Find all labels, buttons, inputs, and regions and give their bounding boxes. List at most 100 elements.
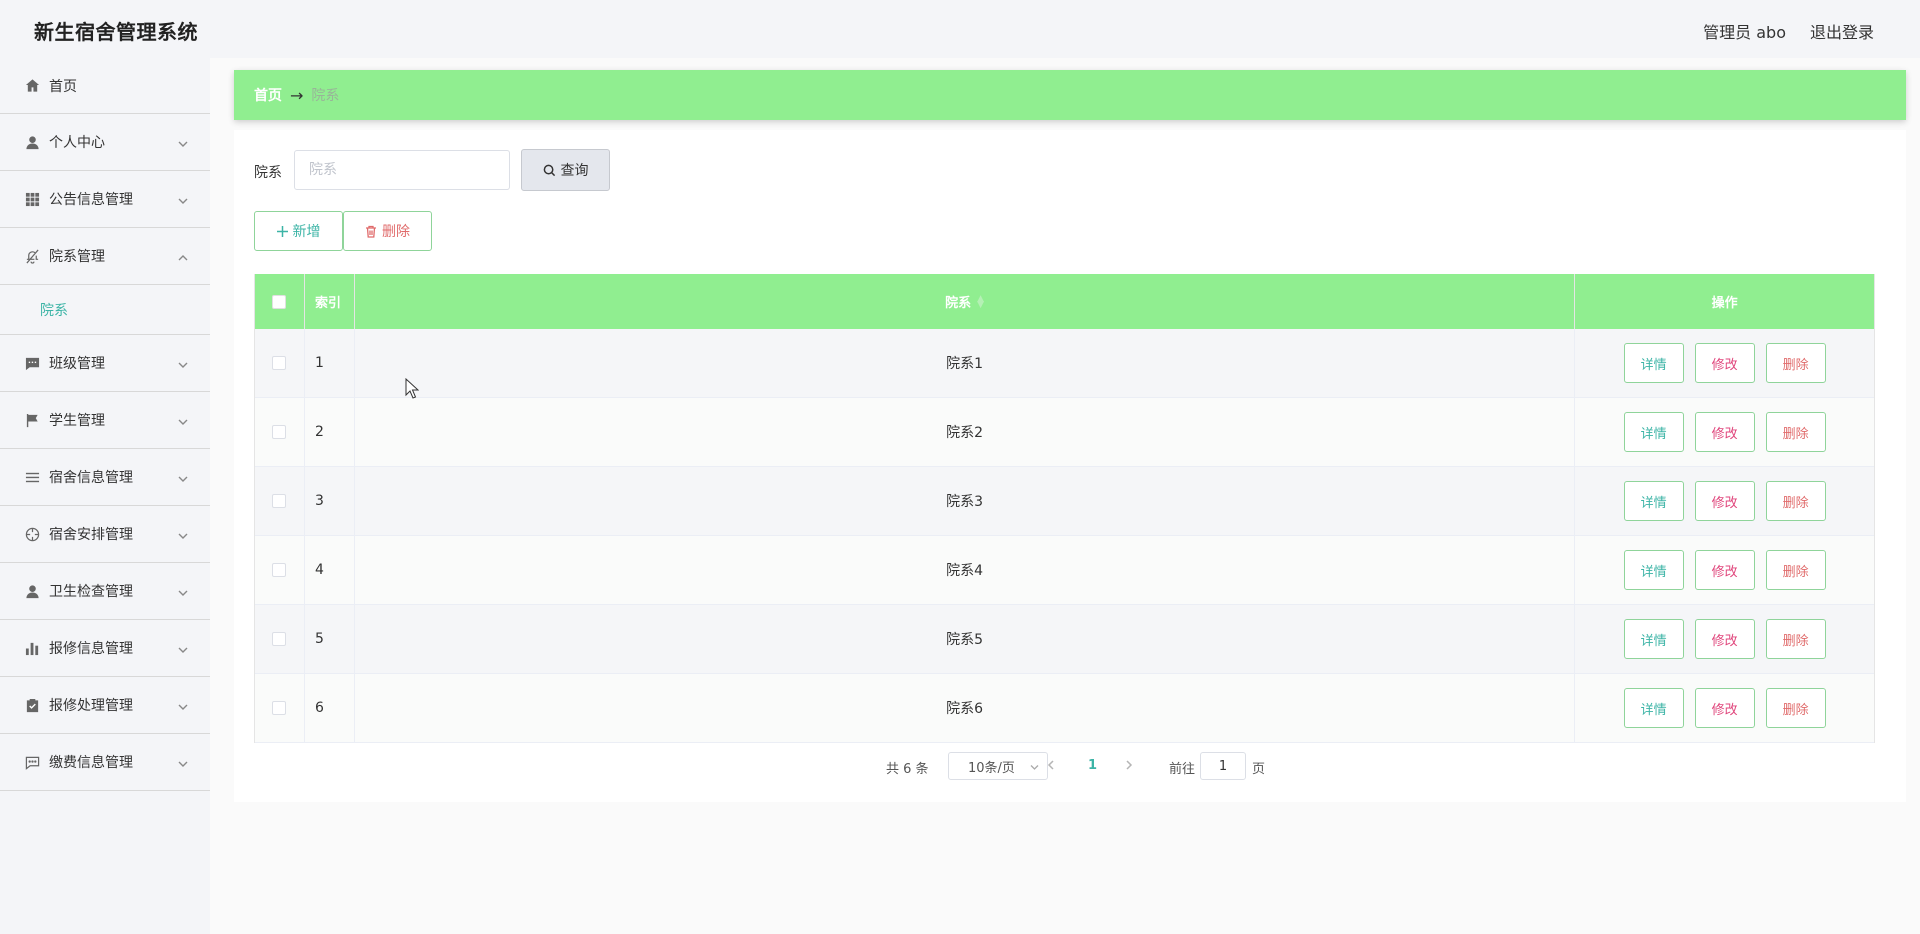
bulk-delete-button[interactable]: 删除 <box>343 211 432 251</box>
sidebar-item-fee-info[interactable]: 缴费信息管理 <box>0 734 210 791</box>
page-size-value: 10条/页 <box>968 760 1015 776</box>
detail-button[interactable]: 详情 <box>1623 343 1684 383</box>
chevron-down-icon <box>178 472 188 482</box>
row-checkbox[interactable] <box>272 425 287 439</box>
sidebar-item-label: 院系管理 <box>49 249 105 265</box>
detail-button[interactable]: 详情 <box>1623 481 1684 521</box>
user-label[interactable]: 管理员 abo <box>1703 19 1786 43</box>
table-row: 6 院系6 详情 修改 删除 <box>255 674 1874 743</box>
sidebar-item-repair-info[interactable]: 报修信息管理 <box>0 620 210 677</box>
sidebar-item-home[interactable]: 首页 <box>0 58 210 114</box>
breadcrumb-home-link[interactable]: 首页 <box>254 85 282 105</box>
bar-chart-icon <box>24 640 40 656</box>
row-checkbox[interactable] <box>272 701 287 715</box>
main-content: 首页 → 院系 院系 查询 新增 删除 索引 院系 ▲ <box>210 58 1920 934</box>
chevron-down-icon <box>1030 765 1039 770</box>
sidebar-item-dorm-assignment[interactable]: 宿舍安排管理 <box>0 506 210 563</box>
row-department: 院系6 <box>355 674 1576 742</box>
row-checkbox[interactable] <box>272 632 287 646</box>
clipboard-check-icon <box>24 697 40 713</box>
next-page-button[interactable] <box>1124 758 1140 774</box>
header-department[interactable]: 院系 ▲ ▼ <box>355 274 1576 329</box>
edit-button[interactable]: 修改 <box>1694 481 1755 521</box>
row-checkbox[interactable] <box>272 356 287 370</box>
search-icon <box>543 164 555 176</box>
table-row: 2 院系2 详情 修改 删除 <box>255 398 1874 467</box>
chevron-down-icon <box>178 137 188 147</box>
select-all-checkbox[interactable] <box>272 294 287 309</box>
edit-button[interactable]: 修改 <box>1694 412 1755 452</box>
chevron-down-icon <box>178 415 188 425</box>
row-checkbox[interactable] <box>272 563 287 577</box>
header-actions: 操作 <box>1711 296 1738 311</box>
edit-button[interactable]: 修改 <box>1694 550 1755 590</box>
header-checkbox-cell <box>255 274 305 329</box>
user-icon <box>24 134 40 150</box>
row-actions: 详情 修改 删除 <box>1575 329 1874 397</box>
row-checkbox-cell <box>255 467 305 535</box>
delete-button[interactable]: 删除 <box>1765 550 1826 590</box>
delete-button[interactable]: 删除 <box>1765 481 1826 521</box>
bulk-delete-button-label: 删除 <box>382 224 410 240</box>
header-department-label: 院系 <box>945 296 972 311</box>
sidebar-item-label: 班级管理 <box>49 356 105 372</box>
search-input[interactable] <box>294 150 510 190</box>
sidebar-subitem-department[interactable]: 院系 <box>0 285 210 335</box>
row-actions: 详情 修改 删除 <box>1575 605 1874 673</box>
goto-page-input[interactable] <box>1200 752 1246 780</box>
add-button-label: 新增 <box>292 224 321 240</box>
table-row: 1 院系1 详情 修改 删除 <box>255 329 1874 398</box>
sidebar-item-students[interactable]: 学生管理 <box>0 392 210 449</box>
page-size-select[interactable]: 10条/页 <box>948 752 1048 780</box>
chevron-up-icon <box>178 251 188 261</box>
detail-button[interactable]: 详情 <box>1623 412 1684 452</box>
page-unit-label: 页 <box>1252 762 1266 777</box>
sidebar-item-repair-handling[interactable]: 报修处理管理 <box>0 677 210 734</box>
sidebar-item-label: 公告信息管理 <box>49 192 133 208</box>
edit-button[interactable]: 修改 <box>1694 343 1755 383</box>
chevron-down-icon <box>178 358 188 368</box>
row-checkbox-cell <box>255 329 305 397</box>
chevron-down-icon <box>178 700 188 710</box>
breadcrumb-arrow-icon: → <box>290 85 304 105</box>
table-row: 5 院系5 详情 修改 删除 <box>255 605 1874 674</box>
row-checkbox[interactable] <box>272 494 287 508</box>
sort-icon[interactable]: ▲ ▼ <box>977 294 984 309</box>
row-department: 院系1 <box>355 329 1576 397</box>
query-button[interactable]: 查询 <box>521 149 610 191</box>
add-button[interactable]: 新增 <box>254 211 343 251</box>
bell-off-icon <box>24 248 40 264</box>
prev-page-button[interactable] <box>1046 758 1062 774</box>
logout-link[interactable]: 退出登录 <box>1810 19 1874 43</box>
sidebar: 首页 个人中心 公告信息管理 院系管理 院系 班级管理 学生管理 宿舍信息管理 … <box>0 58 210 934</box>
delete-button[interactable]: 删除 <box>1765 619 1826 659</box>
search-label: 院系 <box>254 165 282 181</box>
sidebar-item-label: 报修处理管理 <box>49 698 133 714</box>
query-button-label: 查询 <box>560 163 589 179</box>
delete-button[interactable]: 删除 <box>1765 412 1826 452</box>
page-number-current[interactable]: 1 <box>1088 758 1097 773</box>
sidebar-item-personal-center[interactable]: 个人中心 <box>0 114 210 171</box>
detail-button[interactable]: 详情 <box>1623 550 1684 590</box>
breadcrumb-current: 院系 <box>311 88 340 104</box>
table-row: 4 院系4 详情 修改 删除 <box>255 536 1874 605</box>
detail-button[interactable]: 详情 <box>1623 688 1684 728</box>
grid-icon <box>24 191 40 207</box>
chevron-left-icon <box>1047 760 1054 770</box>
sidebar-item-announcements[interactable]: 公告信息管理 <box>0 171 210 228</box>
detail-button[interactable]: 详情 <box>1623 619 1684 659</box>
row-index: 2 <box>305 398 355 466</box>
edit-button[interactable]: 修改 <box>1694 688 1755 728</box>
sidebar-item-hygiene-check[interactable]: 卫生检查管理 <box>0 563 210 620</box>
delete-button[interactable]: 删除 <box>1765 343 1826 383</box>
chevron-right-icon <box>1126 760 1133 770</box>
edit-button[interactable]: 修改 <box>1694 619 1755 659</box>
delete-button[interactable]: 删除 <box>1765 688 1826 728</box>
sidebar-item-dorm-info[interactable]: 宿舍信息管理 <box>0 449 210 506</box>
list-icon <box>24 469 40 485</box>
sidebar-item-classes[interactable]: 班级管理 <box>0 335 210 392</box>
sidebar-item-departments[interactable]: 院系管理 <box>0 228 210 285</box>
chevron-down-icon <box>178 643 188 653</box>
app-title: 新生宿舍管理系统 <box>34 20 198 44</box>
row-index: 5 <box>305 605 355 673</box>
